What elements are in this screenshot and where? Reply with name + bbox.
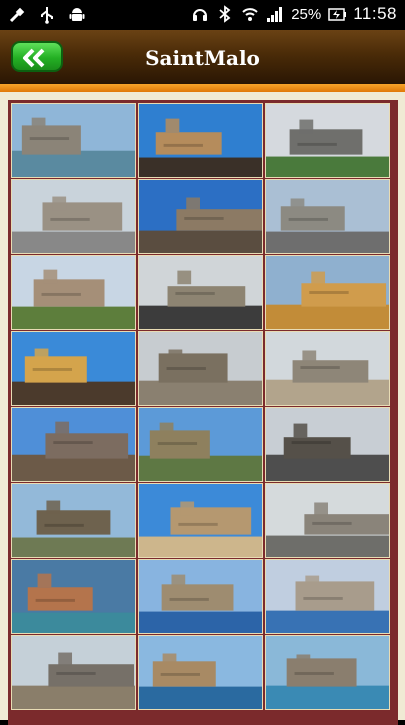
notification-icons [8,6,86,24]
photo-image [12,332,135,405]
photo-image [12,180,135,253]
bluetooth-icon [216,5,234,23]
photo-image [139,104,262,177]
gallery-thumbnail[interactable] [138,255,263,330]
photo-image [12,104,135,177]
gallery-thumbnail[interactable] [11,103,136,178]
battery-icon [328,5,347,23]
gallery-thumbnail[interactable] [138,103,263,178]
wifi-icon [241,5,259,23]
gallery-thumbnail[interactable] [11,331,136,406]
gallery-thumbnail[interactable] [265,179,390,254]
photo-image [139,636,262,709]
gallery-thumbnail[interactable] [265,483,390,558]
android-icon [68,6,86,24]
gallery-thumbnail[interactable] [138,483,263,558]
gallery-thumbnail[interactable] [138,559,263,634]
page-title: SaintMalo [145,46,260,70]
photo-image [12,560,135,633]
gallery-thumbnail[interactable] [265,407,390,482]
gallery-thumbnail[interactable] [265,103,390,178]
photo-image [266,180,389,253]
photo-image [12,256,135,329]
usb-debug-icon [38,6,56,24]
photo-image [266,332,389,405]
gallery-thumbnail[interactable] [138,179,263,254]
gallery-thumbnail[interactable] [265,331,390,406]
usb-icon [8,6,26,24]
photo-image [266,560,389,633]
gallery-thumbnail[interactable] [138,635,263,710]
headset-icon [191,5,209,23]
header-divider [0,84,405,92]
photo-image [139,332,262,405]
gallery-thumbnail[interactable] [11,635,136,710]
gallery-thumbnail[interactable] [11,255,136,330]
photo-gallery [11,103,395,710]
photo-image [266,104,389,177]
gallery-thumbnail[interactable] [138,407,263,482]
photo-image [139,256,262,329]
gallery-thumbnail[interactable] [11,179,136,254]
signal-icon [266,5,284,23]
photo-image [139,560,262,633]
gallery-thumbnail[interactable] [11,559,136,634]
gallery-thumbnail[interactable] [265,255,390,330]
photo-image [139,484,262,557]
gallery-thumbnail[interactable] [11,483,136,558]
gallery-thumbnail[interactable] [11,407,136,482]
photo-image [139,180,262,253]
app-header: SaintMalo [0,30,405,92]
photo-image [12,408,135,481]
gallery-thumbnail[interactable] [265,559,390,634]
system-icons: 25% 11:58 [191,4,397,24]
status-bar: 25% 11:58 [0,0,405,30]
clock: 11:58 [353,4,397,23]
photo-image [266,484,389,557]
photo-image [266,408,389,481]
photo-image [12,636,135,709]
photo-image [12,484,135,557]
photo-image [139,408,262,481]
photo-image [266,636,389,709]
gallery-thumbnail[interactable] [138,331,263,406]
gallery-frame [8,100,398,725]
content-area [0,92,405,725]
battery-percent: 25% [291,5,322,23]
gallery-thumbnail[interactable] [265,635,390,710]
photo-image [266,256,389,329]
